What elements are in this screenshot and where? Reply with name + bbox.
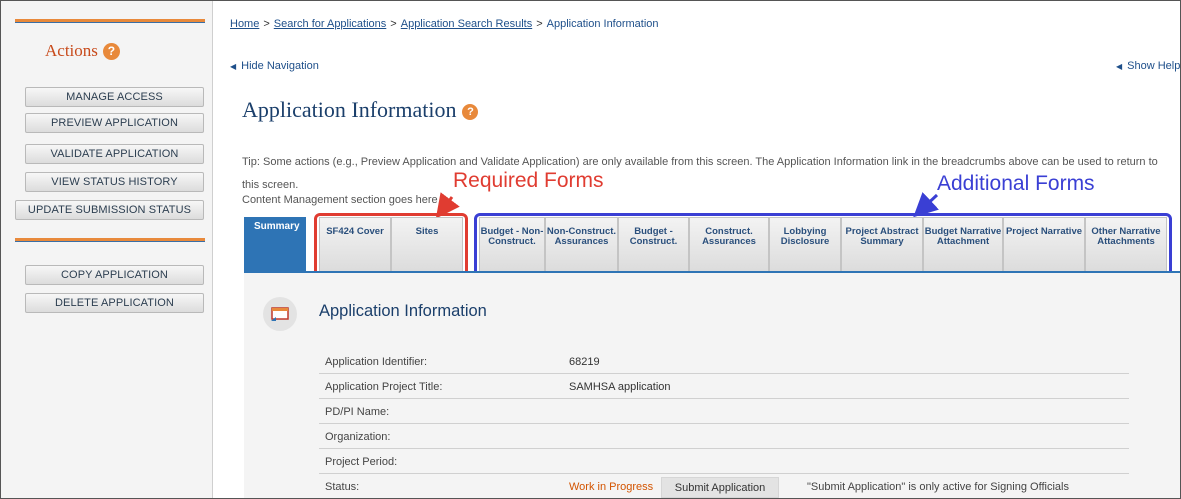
tab-construct-assurances[interactable]: Construct. Assurances [689,217,769,271]
status-value: Work in Progress [569,481,654,493]
info-row-organization: Organization: [319,427,1129,449]
tab-lobbying-disclosure[interactable]: Lobbying Disclosure [769,217,841,271]
additional-forms-arrow [913,192,939,218]
required-forms-arrow [435,192,460,219]
row-label: Status: [325,481,360,493]
tab-sf424-cover[interactable]: SF424 Cover [319,217,391,271]
info-row-project-title: Application Project Title: SAMHSA applic… [319,377,1129,399]
tab-budget-construct[interactable]: Budget - Construct. [618,217,689,271]
tab-project-abstract-summary[interactable]: Project Abstract Summary [841,217,923,271]
submit-note: "Submit Application" is only active for … [807,481,1069,493]
info-row-status: Status: Work in Progress Submit Applicat… [319,477,1129,498]
info-row-pd-pi-name: PD/PI Name: [319,402,1129,424]
app-frame: Actions ? MANAGE ACCESS PREVIEW APPLICAT… [0,0,1181,499]
row-label: PD/PI Name: [325,406,390,418]
tab-other-narrative-attachments[interactable]: Other Narrative Attachments [1085,217,1167,271]
tab-budget-non-construct[interactable]: Budget - Non-Construct. [479,217,545,271]
tab-non-construct-assurances[interactable]: Non-Construct. Assurances [545,217,618,271]
row-label: Application Identifier: [325,356,428,368]
info-row-identifier: Application Identifier: 68219 [319,352,1129,374]
row-value: 68219 [569,356,600,368]
info-row-project-period: Project Period: [319,452,1129,474]
row-label: Application Project Title: [325,381,443,393]
application-icon [263,297,297,331]
submit-application-button[interactable]: Submit Application [661,477,779,498]
row-label: Organization: [325,431,391,443]
tab-sites[interactable]: Sites [391,217,463,271]
tab-budget-narrative-attachment[interactable]: Budget Narrative Attachment [923,217,1003,271]
row-label: Project Period: [325,456,398,468]
tab-project-narrative[interactable]: Project Narrative [1003,217,1085,271]
row-value: SAMHSA application [569,381,671,393]
section-title: Application Information [319,302,487,320]
